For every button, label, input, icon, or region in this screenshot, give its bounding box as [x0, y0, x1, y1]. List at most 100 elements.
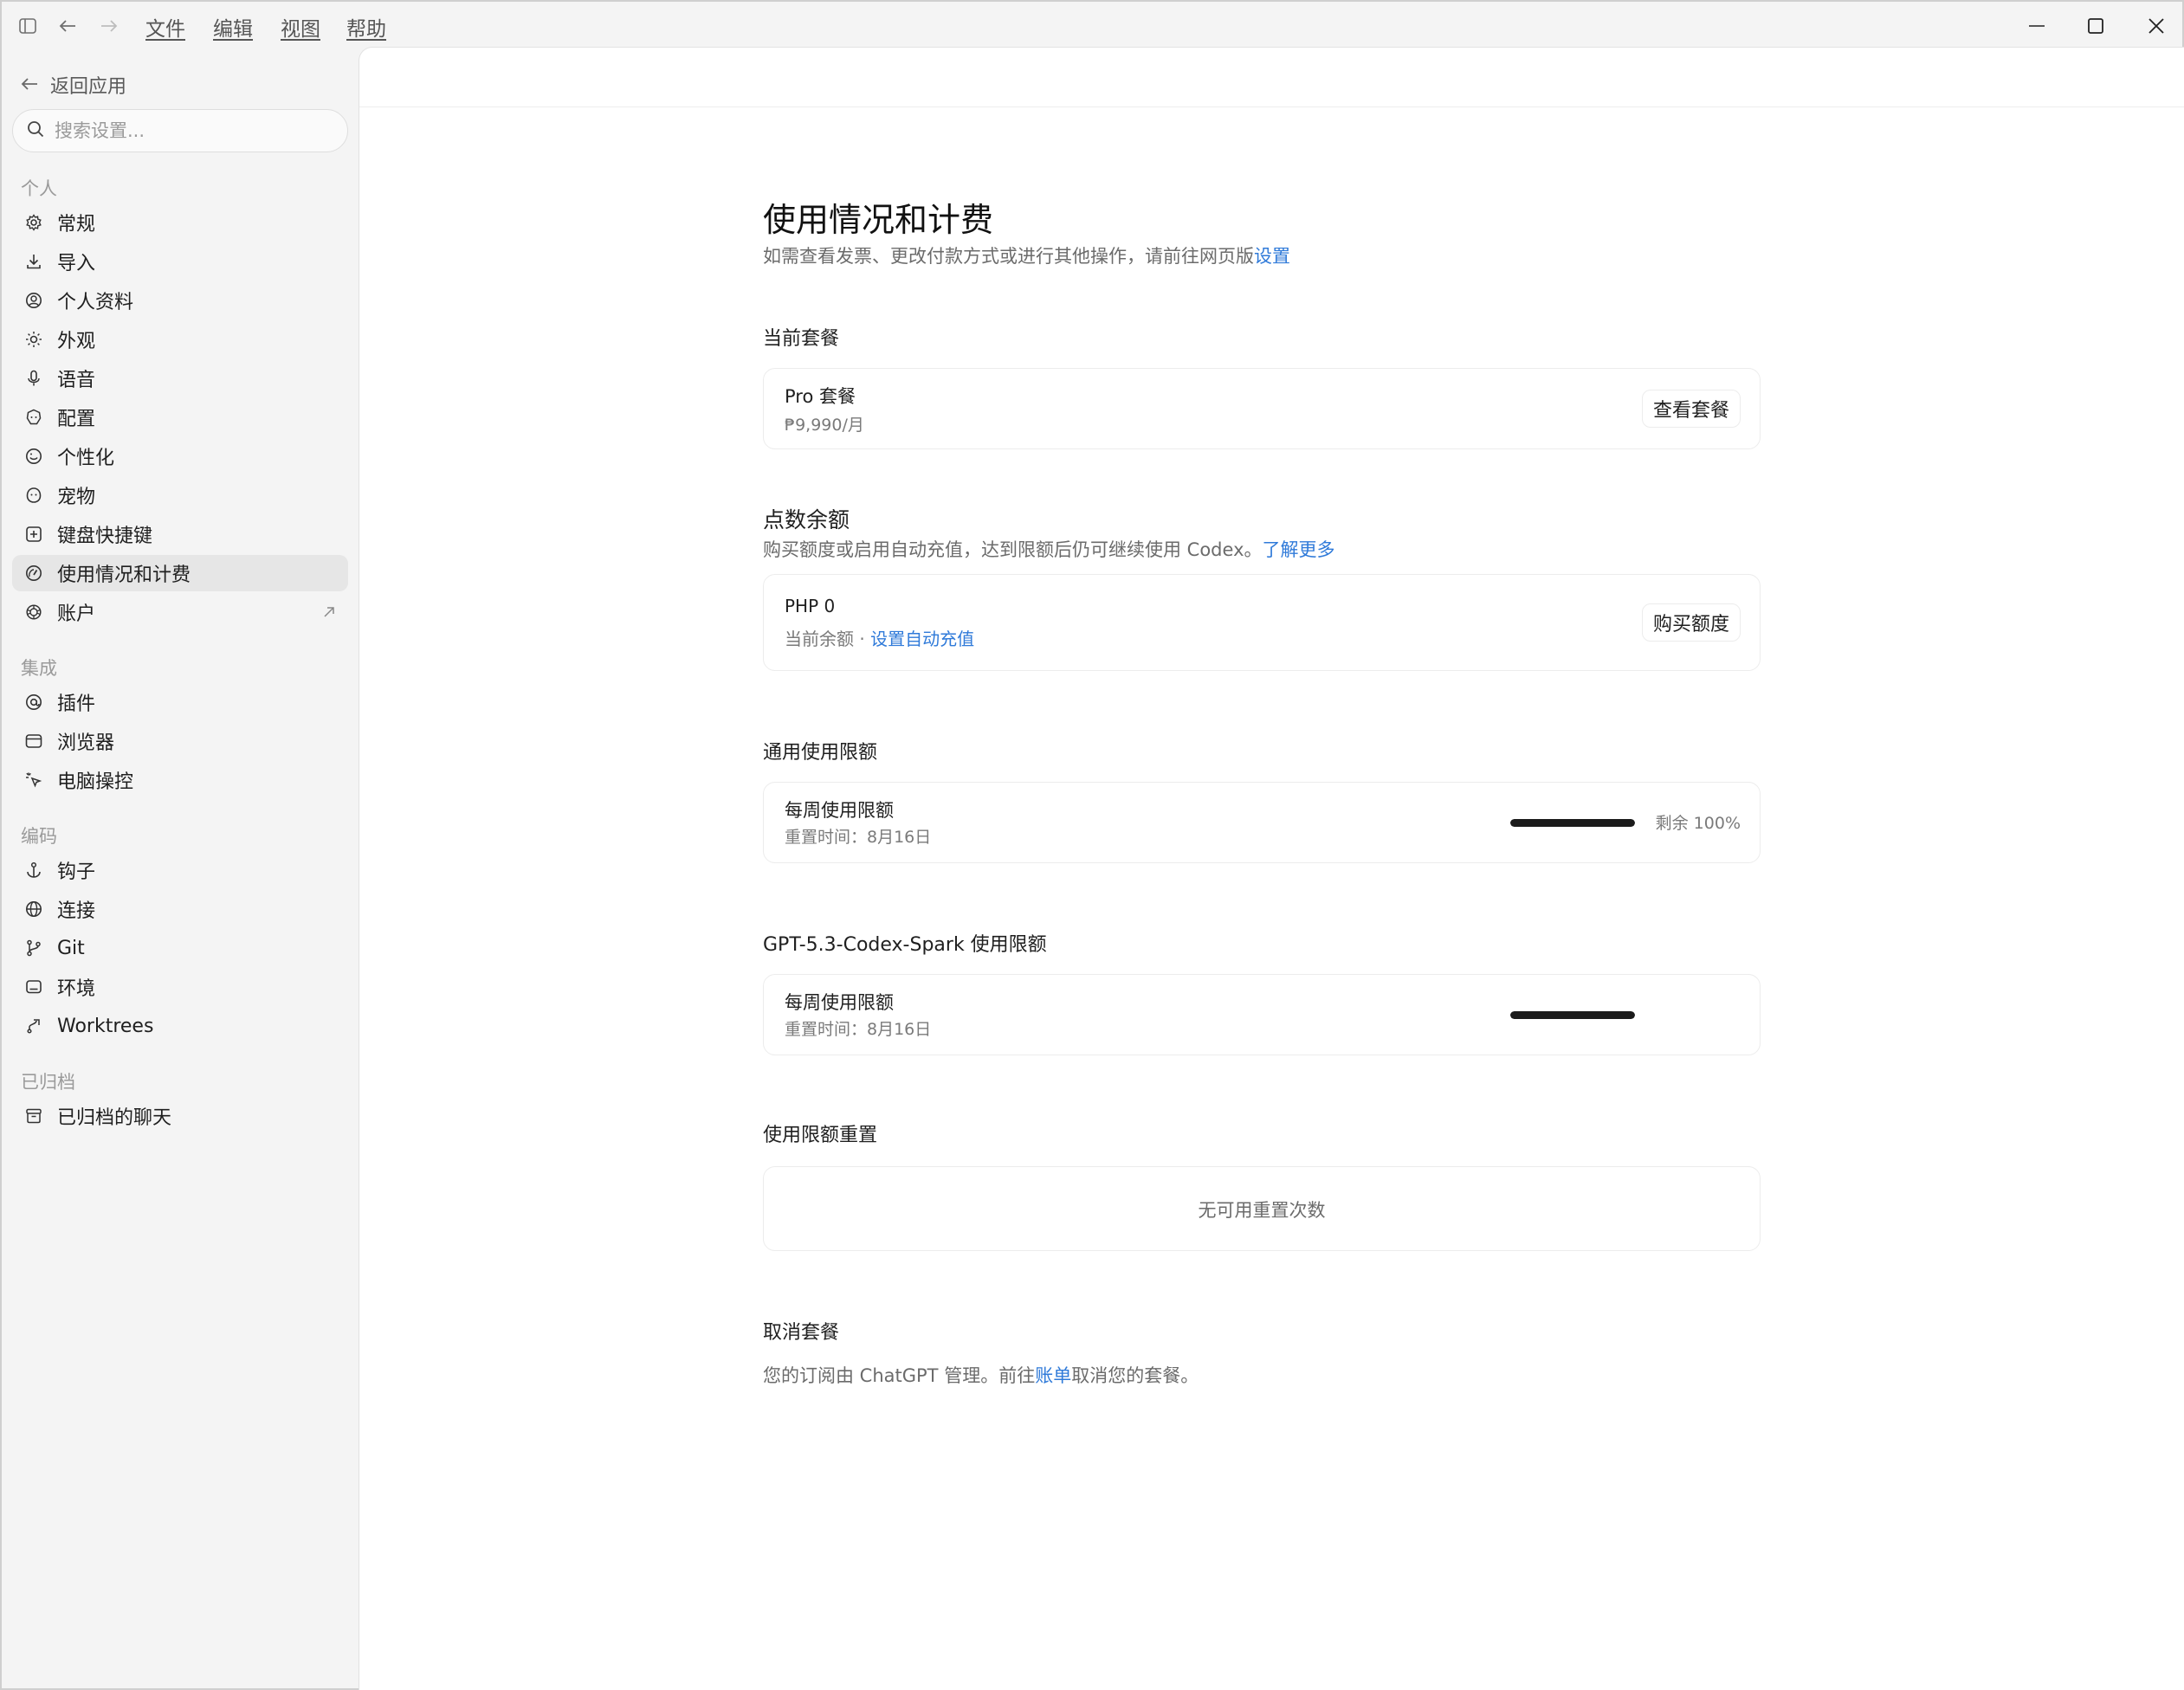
back-to-app-link[interactable]: 返回应用	[21, 68, 126, 102]
sidebar-item-label: 钩子	[57, 861, 96, 883]
credits-card: PHP 0 当前余额 · 设置自动充值 购买额度	[763, 574, 1761, 671]
weekly-limit-progress-fill	[1510, 819, 1635, 827]
spark-weekly-limit-progress-fill	[1510, 1011, 1635, 1019]
config-badge-icon	[24, 408, 43, 427]
weekly-limit-remaining: 剩余 100%	[1655, 814, 1741, 833]
globe-icon	[24, 900, 43, 919]
sidebar-item-label: 外观	[57, 331, 96, 352]
toggle-sidebar-icon[interactable]	[16, 14, 40, 38]
sidebar-item-general[interactable]: 常规	[12, 204, 348, 241]
page-subtitle-text: 如需查看发票、更改付款方式或进行其他操作，请前往网页版	[763, 246, 1254, 267]
cancel-plan-text-suffix: 取消您的套餐。	[1071, 1365, 1199, 1386]
sidebar-item-label: 常规	[57, 214, 96, 235]
openai-logo-icon	[24, 603, 43, 622]
sidebar-item-pets[interactable]: 宠物	[12, 477, 348, 513]
sidebar-item-label: 语音	[57, 370, 96, 391]
cancel-plan-text-prefix: 您的订阅由 ChatGPT 管理。前往	[763, 1365, 1036, 1386]
web-settings-link[interactable]: 设置	[1254, 246, 1290, 267]
sidebar-item-archived-chats[interactable]: 已归档的聊天	[12, 1098, 348, 1134]
sidebar-item-label: 电脑操控	[57, 771, 134, 793]
no-resets-text: 无可用重置次数	[1198, 1200, 1326, 1221]
page-title: 使用情况和计费	[763, 201, 994, 239]
current-plan-card: Pro 套餐 ₱9,990/月 查看套餐	[763, 368, 1761, 449]
current-plan-heading: 当前套餐	[763, 328, 840, 350]
sidebar-item-account[interactable]: 账户	[12, 594, 348, 630]
section-archived: 已归档	[21, 1072, 75, 1093]
settings-search[interactable]	[12, 109, 348, 152]
sidebar-item-label: 个人资料	[57, 292, 134, 313]
sidebar-item-label: 插件	[57, 693, 96, 715]
limit-resets-card: 无可用重置次数	[763, 1166, 1761, 1251]
sidebar-item-shortcuts[interactable]: 键盘快捷键	[12, 516, 348, 552]
weekly-limit-label: 每周使用限额	[785, 800, 894, 821]
weekly-limit-reset: 重置时间：8月16日	[785, 828, 932, 847]
sidebar-item-label: 键盘快捷键	[57, 526, 153, 547]
menu-help[interactable]: 帮助	[346, 12, 386, 42]
credit-balance-line: 当前余额 · 设置自动充值	[785, 625, 974, 650]
section-coding: 编码	[21, 826, 57, 847]
sidebar-item-label: 配置	[57, 409, 96, 430]
credits-heading: 点数余额	[763, 507, 850, 532]
buy-credits-button[interactable]: 购买额度	[1641, 603, 1741, 642]
general-limits-card: 每周使用限额 重置时间：8月16日 剩余 100%	[763, 782, 1761, 863]
close-icon[interactable]	[2139, 10, 2174, 42]
back-arrow-icon[interactable]	[55, 14, 80, 38]
view-plans-button[interactable]: 查看套餐	[1641, 390, 1741, 428]
git-branch-icon	[24, 939, 43, 958]
header-divider	[359, 106, 2184, 107]
external-link-icon	[322, 603, 336, 624]
worktree-icon	[24, 1016, 43, 1035]
download-icon	[24, 252, 43, 271]
sidebar-item-usage[interactable]: 使用情况和计费	[12, 555, 348, 591]
laptop-icon	[24, 977, 43, 997]
sidebar-item-computer-control[interactable]: 电脑操控	[12, 762, 348, 798]
sidebar-item-worktrees[interactable]: Worktrees	[12, 1008, 348, 1044]
sidebar-item-personalization[interactable]: 个性化	[12, 438, 348, 474]
sidebar-item-plugins[interactable]: 插件	[12, 684, 348, 720]
sidebar-item-label: 导入	[57, 253, 96, 274]
forward-arrow-icon[interactable]	[97, 14, 121, 38]
pet-icon	[24, 486, 43, 505]
sidebar-item-config[interactable]: 配置	[12, 399, 348, 435]
sidebar-item-label: 已归档的聊天	[57, 1107, 172, 1129]
weekly-limit-progress	[1510, 819, 1635, 827]
cancel-plan-text: 您的订阅由 ChatGPT 管理。前往账单取消您的套餐。	[763, 1362, 1199, 1388]
sidebar-item-browser[interactable]: 浏览器	[12, 723, 348, 759]
page-subtitle: 如需查看发票、更改付款方式或进行其他操作，请前往网页版设置	[763, 242, 1290, 268]
sidebar-item-label: 环境	[57, 978, 96, 1000]
auto-topup-link[interactable]: 设置自动充值	[870, 629, 974, 649]
sidebar-item-voice[interactable]: 语音	[12, 360, 348, 397]
plugin-icon	[24, 693, 43, 712]
archive-box-icon	[24, 1106, 43, 1126]
sidebar-item-connections[interactable]: 连接	[12, 891, 348, 927]
microphone-icon	[24, 369, 43, 388]
billing-link[interactable]: 账单	[1035, 1365, 1071, 1386]
sidebar-item-appearance[interactable]: 外观	[12, 321, 348, 358]
sidebar-item-label: Worktrees	[57, 1015, 154, 1037]
search-icon	[27, 120, 44, 141]
menu-file[interactable]: 文件	[145, 12, 185, 42]
limit-resets-heading: 使用限额重置	[763, 1125, 878, 1146]
keyboard-icon	[24, 525, 43, 544]
cancel-plan-heading: 取消套餐	[763, 1322, 840, 1344]
menu-edit[interactable]: 编辑	[213, 12, 253, 42]
sidebar-item-environments[interactable]: 环境	[12, 969, 348, 1005]
credit-amount: PHP 0	[785, 596, 836, 616]
browser-window-icon	[24, 732, 43, 751]
learn-more-link[interactable]: 了解更多	[1263, 539, 1335, 560]
sidebar-item-profile[interactable]: 个人资料	[12, 282, 348, 319]
sun-icon	[24, 330, 43, 349]
credits-description-text: 购买额度或启用自动充值，达到限额后仍可继续使用 Codex。	[763, 539, 1263, 560]
sidebar-item-label: 连接	[57, 900, 96, 922]
spark-weekly-limit-progress	[1510, 1011, 1635, 1019]
search-input[interactable]	[55, 120, 332, 141]
minimize-icon[interactable]	[2019, 10, 2054, 42]
menu-view[interactable]: 视图	[281, 12, 320, 42]
sidebar-item-label: Git	[57, 937, 85, 959]
sidebar-item-hooks[interactable]: 钩子	[12, 852, 348, 888]
spark-weekly-limit-label: 每周使用限额	[785, 992, 894, 1013]
maximize-icon[interactable]	[2078, 10, 2113, 42]
sidebar-item-git[interactable]: Git	[12, 930, 348, 966]
sidebar-item-import[interactable]: 导入	[12, 243, 348, 280]
sidebar-item-label: 个性化	[57, 448, 115, 469]
